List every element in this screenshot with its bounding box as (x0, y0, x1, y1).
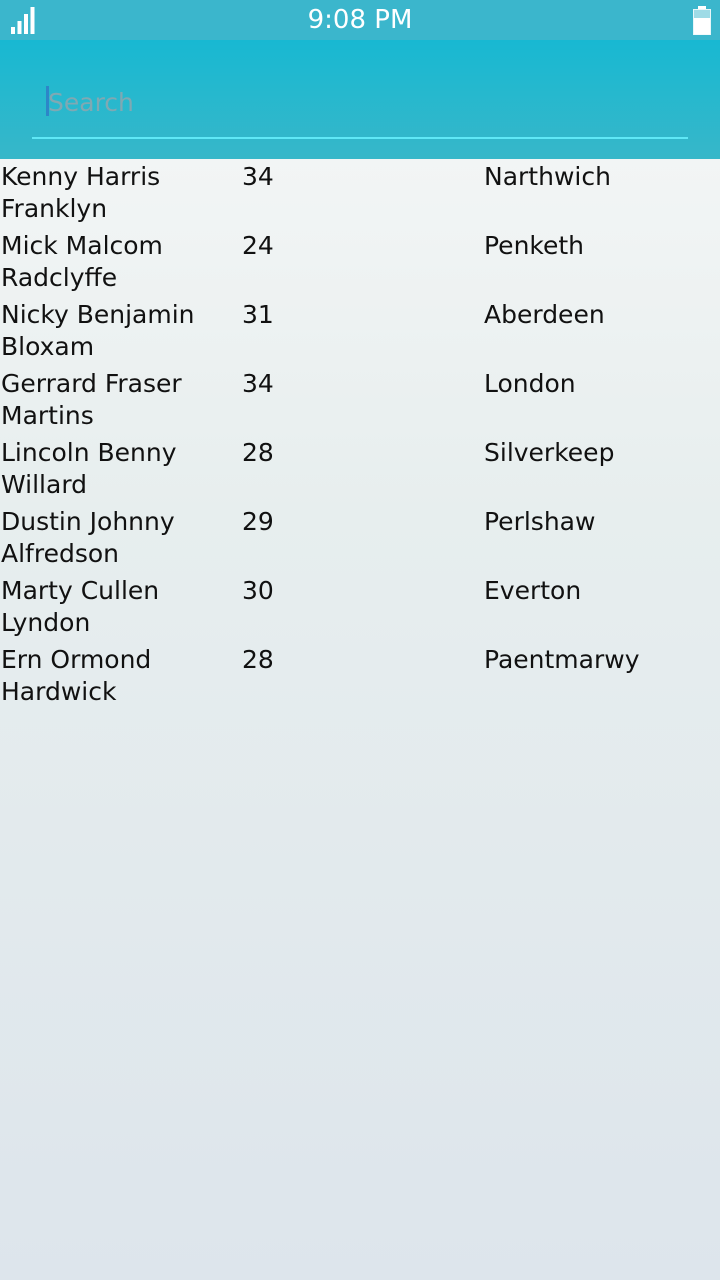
list-row[interactable]: Mick Malcom Radclyffe 24 Penketh (0, 228, 720, 297)
person-name: Ern Ormond Hardwick (1, 645, 152, 706)
person-age: 28 (242, 645, 274, 674)
person-city: Narthwich (484, 162, 611, 191)
search-input[interactable] (46, 80, 678, 124)
person-age: 34 (242, 369, 274, 398)
list-row[interactable]: Gerrard Fraser Martins 34 London (0, 366, 720, 435)
status-bar: 9:08 PM (0, 0, 720, 40)
list-row[interactable]: Ern Ormond Hardwick 28 Paentmarwy (0, 642, 720, 711)
list-row[interactable]: Kenny Harris Franklyn 34 Narthwich (0, 159, 720, 228)
person-name: Gerrard Fraser Martins (1, 369, 182, 430)
person-age: 31 (242, 300, 274, 329)
people-list: Kenny Harris Franklyn 34 Narthwich Mick … (0, 159, 720, 711)
person-name: Mick Malcom Radclyffe (1, 231, 163, 292)
person-age: 34 (242, 162, 274, 191)
person-name: Lincoln Benny Willard (1, 438, 177, 499)
person-city: Paentmarwy (484, 645, 640, 674)
person-age: 24 (242, 231, 274, 260)
list-row[interactable]: Marty Cullen Lyndon 30 Everton (0, 573, 720, 642)
person-age: 29 (242, 507, 274, 536)
person-name: Dustin Johnny Alfredson (1, 507, 175, 568)
person-age: 28 (242, 438, 274, 467)
person-age: 30 (242, 576, 274, 605)
person-city: Penketh (484, 231, 585, 260)
person-name: Kenny Harris Franklyn (1, 162, 161, 223)
person-name: Marty Cullen Lyndon (1, 576, 160, 637)
person-city: London (484, 369, 576, 398)
status-time: 9:08 PM (307, 5, 413, 35)
list-row[interactable]: Nicky Benjamin Bloxam 31 Aberdeen (0, 297, 720, 366)
person-city: Perlshaw (484, 507, 596, 536)
person-name: Nicky Benjamin Bloxam (1, 300, 195, 361)
list-row[interactable]: Lincoln Benny Willard 28 Silverkeep (0, 435, 720, 504)
battery-icon (693, 6, 711, 35)
text-cursor (46, 86, 49, 116)
person-city: Everton (484, 576, 582, 605)
list-row[interactable]: Dustin Johnny Alfredson 29 Perlshaw (0, 504, 720, 573)
person-city: Silverkeep (484, 438, 615, 467)
search-underline (32, 137, 688, 139)
person-city: Aberdeen (484, 300, 605, 329)
